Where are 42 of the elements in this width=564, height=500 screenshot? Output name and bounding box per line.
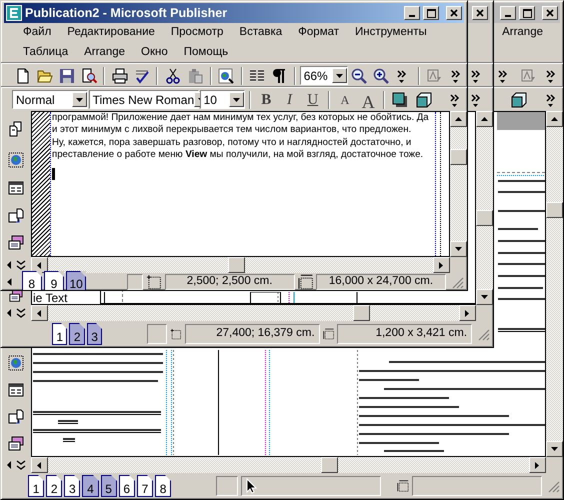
page-tab[interactable]: 8 bbox=[22, 270, 42, 290]
menu-item[interactable]: Просмотр bbox=[162, 24, 232, 42]
position-readout: 27,400; 16,379 cm. bbox=[184, 324, 320, 344]
paragraph: Ну, кажется, пора завершать разговор, потому что и наглядностей достаточно, и преставление о работе меню View мы получили, на мой взгляд, достаточное тоже. bbox=[52, 136, 424, 162]
page-tab[interactable]: 6 bbox=[118, 475, 135, 497]
underline-button[interactable]: U bbox=[302, 88, 324, 110]
page-tab[interactable]: 5 bbox=[100, 475, 117, 497]
font-dropdown[interactable]: Times New Roman bbox=[88, 90, 199, 109]
menu-item[interactable]: Вставка bbox=[231, 24, 290, 42]
menu-item[interactable]: Arrange bbox=[76, 44, 134, 62]
page-tab[interactable]: 3 bbox=[86, 323, 102, 345]
page-tab[interactable]: 10 bbox=[66, 270, 86, 290]
window-title: Publication2 - Microsoft Publisher bbox=[25, 4, 228, 22]
page-tab[interactable]: 8 bbox=[154, 475, 172, 497]
menu-item[interactable]: Инструменты bbox=[347, 24, 435, 42]
size-readout: 1,200 x 3,421 cm. bbox=[337, 324, 472, 344]
menu-item[interactable]: Помощь bbox=[176, 44, 236, 62]
menu-item[interactable]: Файл bbox=[15, 24, 60, 42]
text-fragment: ie Text bbox=[33, 290, 68, 304]
page-tab[interactable]: 9 bbox=[44, 270, 64, 290]
page-tab[interactable]: 2 bbox=[69, 323, 85, 345]
page-tab[interactable]: 3 bbox=[64, 475, 80, 497]
size-readout: 16,000 x 24,700 cm. bbox=[316, 274, 446, 290]
page-tab[interactable]: 2 bbox=[46, 475, 62, 497]
menu-item[interactable]: Arrange bbox=[494, 24, 551, 42]
italic-button[interactable]: I bbox=[278, 88, 301, 110]
page-tab[interactable]: 7 bbox=[136, 475, 153, 497]
style-dropdown[interactable]: Normal bbox=[12, 90, 88, 109]
shrink-font-button[interactable]: A bbox=[334, 88, 356, 110]
page-tab[interactable]: 4 bbox=[82, 475, 99, 497]
menu-item[interactable]: Редактирование bbox=[59, 24, 163, 42]
menu-item[interactable]: Формат bbox=[290, 24, 348, 42]
menu-item[interactable]: Окно bbox=[133, 44, 176, 62]
paragraph: программой! Приложение дает нам минимум тех услуг, без которых не обойтись. Да и этот минимум с лихвой перекрывается тем числом вариантов, что предложен. bbox=[52, 112, 430, 137]
menu-item[interactable]: Таблица bbox=[15, 44, 76, 62]
page-tab[interactable]: 1 bbox=[28, 475, 44, 497]
grow-font-button[interactable]: A bbox=[357, 88, 380, 110]
font-size-dropdown[interactable]: 10 bbox=[200, 90, 246, 109]
bold-button[interactable]: B bbox=[255, 88, 278, 110]
position-readout: 2,500; 2,500 cm. bbox=[164, 274, 295, 290]
page-tab[interactable]: 1 bbox=[52, 323, 68, 345]
zoom-dropdown[interactable]: 66% bbox=[300, 66, 348, 85]
